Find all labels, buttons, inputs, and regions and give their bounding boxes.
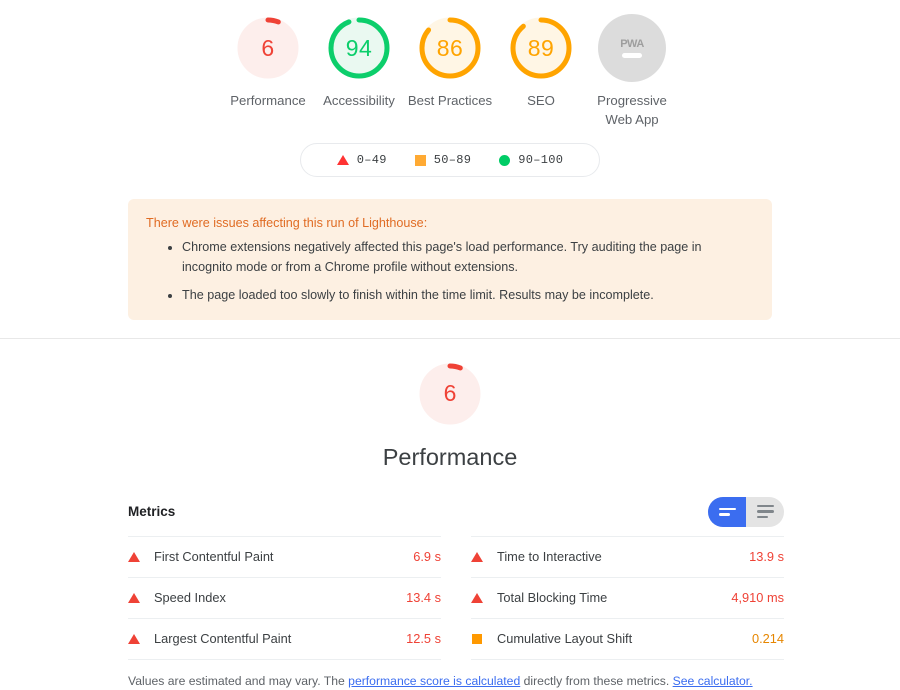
expanded-view-icon	[756, 504, 774, 519]
metric-value: 0.214	[751, 631, 784, 646]
gauge-arc-performance: 6	[234, 14, 302, 82]
warnings-banner: There were issues affecting this run of …	[128, 199, 772, 320]
metric-row[interactable]: Cumulative Layout Shift 0.214	[471, 617, 784, 660]
metric-rating-icon	[471, 592, 497, 603]
metric-name: Total Blocking Time	[497, 590, 608, 605]
metric-rating-icon	[128, 633, 154, 644]
warnings-list: Chrome extensions negatively affected th…	[146, 238, 754, 306]
metric-value: 13.4 s	[406, 590, 441, 605]
circle-icon	[499, 154, 511, 166]
metrics-columns: First Contentful Paint 6.9 s Speed Index 13…	[128, 535, 784, 660]
metric-row[interactable]: Largest Contentful Paint 12.5 s	[128, 617, 441, 660]
legend-item-triangle: 0–49	[323, 153, 401, 167]
metric-row[interactable]: First Contentful Paint 6.9 s	[128, 535, 441, 577]
warning-item: Chrome extensions negatively affected th…	[182, 238, 754, 277]
pwa-label: PWA	[620, 38, 644, 50]
square-icon	[414, 154, 426, 166]
legend-item-square: 50–89	[401, 153, 486, 167]
toggle-collapsed-view-button[interactable]	[708, 496, 746, 527]
legend-range: 0–49	[356, 153, 387, 167]
fail-triangle-icon	[128, 592, 140, 603]
see-calculator-link[interactable]: See calculator.	[673, 674, 753, 688]
gauge-label-best-practices: Best Practices	[407, 93, 493, 108]
metric-rating-icon	[128, 551, 154, 562]
fail-triangle-icon	[128, 633, 140, 644]
gauge-label-seo: SEO	[527, 93, 555, 108]
score-gauge-best-practices[interactable]: 86 Best Practices	[405, 14, 496, 110]
score-legend: 0–49 50–89 90–100	[299, 143, 601, 177]
score-gauges: 6 Performance 94 Accessibility 86 Best Practi…	[0, 0, 900, 129]
toggle-expanded-view-button[interactable]	[746, 497, 784, 527]
metric-name: Time to Interactive	[497, 549, 602, 564]
legend-range: 50–89	[433, 153, 472, 167]
metrics-heading: Metrics	[128, 504, 176, 519]
metric-value: 6.9 s	[413, 549, 441, 564]
gauge-score-accessibility: 94	[345, 34, 373, 61]
score-gauge-pwa[interactable]: PWA Progressive Web App	[587, 14, 678, 129]
score-gauge-accessibility[interactable]: 94 Accessibility	[314, 14, 405, 110]
gauge-label-accessibility: Accessibility	[323, 93, 395, 108]
category-score: 6	[443, 380, 457, 406]
metric-row[interactable]: Time to Interactive 13.9 s	[471, 535, 784, 577]
metric-rating-icon	[471, 551, 497, 562]
footnote-text-1: Values are estimated and may vary. The	[128, 673, 349, 688]
gauge-score-best-practices: 86	[436, 34, 464, 61]
score-gauge-performance[interactable]: 6 Performance	[223, 14, 314, 110]
metric-name: Cumulative Layout Shift	[497, 631, 633, 646]
triangle-icon	[336, 155, 349, 165]
metric-name: Largest Contentful Paint	[154, 631, 292, 646]
average-square-icon	[472, 633, 482, 644]
gauge-score-seo: 89	[527, 34, 555, 61]
metric-row[interactable]: Total Blocking Time 4,910 ms	[471, 576, 784, 618]
fail-triangle-icon	[471, 592, 483, 603]
category-header: 6 Performance	[0, 339, 900, 471]
performance-score-link[interactable]: performance score is calculated	[348, 674, 520, 688]
pwa-badge-icon: PWA	[598, 14, 666, 82]
gauge-arc-accessibility: 94	[325, 14, 393, 82]
metric-rating-icon	[471, 633, 497, 644]
gauge-arc-best-practices: 86	[416, 14, 484, 82]
metric-value: 4,910 ms	[731, 590, 784, 605]
metrics-column-right: Time to Interactive 13.9 s Total Blocking …	[471, 535, 784, 660]
metric-name: First Contentful Paint	[154, 549, 274, 564]
warnings-title: There were issues affecting this run of …	[146, 216, 428, 230]
lighthouse-report: 6 Performance 94 Accessibility 86 Best Practi…	[0, 0, 900, 688]
metrics-view-toggle[interactable]	[708, 496, 784, 527]
gauge-score-performance: 6	[261, 34, 275, 61]
warning-item: The page loaded too slowly to finish wit…	[182, 286, 754, 306]
metrics-footnote: Values are estimated and may vary. The p…	[128, 672, 772, 690]
metric-row[interactable]: Speed Index 13.4 s	[128, 576, 441, 618]
metric-rating-icon	[128, 592, 154, 603]
fail-triangle-icon	[471, 551, 483, 562]
metrics-section: Metrics First Contentful Paint 6.9 s Speed…	[128, 496, 784, 660]
footnote-text-2: directly from these metrics.	[520, 673, 673, 688]
gauge-arc-seo: 89	[507, 14, 575, 82]
metric-value: 13.9 s	[749, 549, 784, 564]
pwa-dash-icon	[622, 53, 642, 58]
metric-value: 12.5 s	[406, 631, 441, 646]
collapsed-view-icon	[718, 507, 736, 516]
score-gauge-seo[interactable]: 89 SEO	[496, 14, 587, 110]
legend-item-circle: 90–100	[485, 153, 577, 167]
category-title: Performance	[382, 443, 518, 470]
metrics-header: Metrics	[128, 496, 784, 536]
metric-name: Speed Index	[154, 590, 226, 605]
category-gauge: 6	[417, 361, 483, 427]
gauge-label-performance: Performance	[230, 93, 306, 108]
score-legend-wrap: 0–49 50–89 90–100	[0, 143, 900, 177]
legend-range: 90–100	[518, 153, 564, 167]
gauge-label-pwa: Progressive Web App	[597, 93, 667, 127]
metrics-column-left: First Contentful Paint 6.9 s Speed Index 13…	[128, 535, 441, 660]
fail-triangle-icon	[128, 551, 140, 562]
